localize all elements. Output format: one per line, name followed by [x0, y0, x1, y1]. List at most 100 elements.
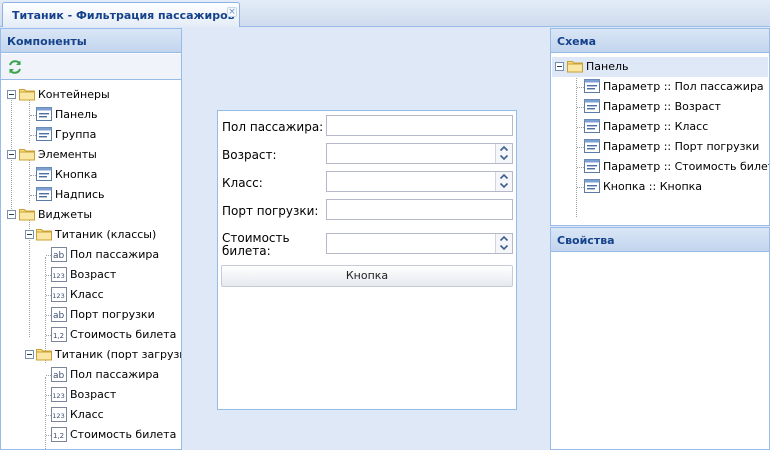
- tree-item-label: Пол пассажира: [70, 368, 160, 381]
- collapse-icon[interactable]: [25, 350, 34, 359]
- tree-item-label: Параметр :: Пол пассажира: [603, 80, 764, 93]
- schema-item-passenger-sex[interactable]: Параметр :: Пол пассажира: [551, 77, 769, 97]
- form-component-icon: [584, 79, 600, 93]
- collapse-icon[interactable]: [7, 90, 16, 99]
- passenger-sex-input[interactable]: [326, 115, 513, 136]
- close-icon[interactable]: ×: [227, 7, 237, 17]
- tree-line: [577, 167, 584, 168]
- tree-node-titanic-port[interactable]: Титаник (порт загрузки): [1, 345, 181, 365]
- tree-node-containers[interactable]: Контейнеры: [1, 85, 181, 105]
- tree-item-label: Стоимость билета: [70, 328, 177, 341]
- components-panel-title: Компоненты: [7, 35, 87, 48]
- tree-item-class[interactable]: Класс: [1, 285, 181, 305]
- tab-titanic-filter[interactable]: Титаник - Фильтрация пассажиров ×: [2, 2, 240, 27]
- collapse-icon[interactable]: [25, 230, 34, 239]
- tree-item-label: Группа: [55, 128, 97, 141]
- age-spinner[interactable]: [495, 144, 512, 163]
- tab-title: Титаник - Фильтрация пассажиров: [12, 9, 235, 22]
- folder-icon: [19, 207, 35, 221]
- tree-item-fare[interactable]: Стоимость билета: [1, 325, 181, 345]
- tree-item-label: Стоимость билета: [70, 428, 177, 441]
- tree-item-caption[interactable]: Надпись: [1, 185, 181, 205]
- schema-item-fare[interactable]: Параметр :: Стоимость билета: [551, 157, 769, 177]
- field-label-port: Порт погрузки:: [222, 204, 319, 218]
- collapse-icon[interactable]: [7, 150, 16, 159]
- tree-item-label: Параметр :: Класс: [603, 120, 709, 133]
- collapse-icon[interactable]: [7, 210, 16, 219]
- folder-icon: [567, 59, 583, 73]
- number-field-icon: [51, 407, 67, 422]
- form-button[interactable]: Кнопка: [221, 265, 513, 287]
- tree-line: [577, 107, 584, 108]
- fare-spinner[interactable]: [495, 234, 512, 253]
- form-component-icon: [36, 127, 52, 141]
- chevron-up-icon[interactable]: [498, 144, 510, 153]
- tree-item-label: Параметр :: Возраст: [603, 100, 721, 113]
- port-input[interactable]: [326, 199, 513, 220]
- tree-item-class[interactable]: Класс: [1, 405, 181, 425]
- chevron-down-icon[interactable]: [498, 181, 510, 190]
- folder-icon: [19, 147, 35, 161]
- class-number-field[interactable]: [326, 171, 513, 192]
- schema-tree: Панель Параметр :: Пол пассажира Парамет…: [551, 57, 769, 225]
- tree-item-label: Панель: [55, 108, 98, 121]
- refresh-icon[interactable]: [6, 58, 24, 76]
- schema-item-age[interactable]: Параметр :: Возраст: [551, 97, 769, 117]
- tree-node-widgets[interactable]: Виджеты: [1, 205, 181, 225]
- tree-item-age[interactable]: Возраст: [1, 265, 181, 285]
- form-component-icon: [584, 99, 600, 113]
- tree-item-group[interactable]: Группа: [1, 125, 181, 145]
- tree-node-elements[interactable]: Элементы: [1, 145, 181, 165]
- schema-item-button[interactable]: Кнопка :: Кнопка: [551, 177, 769, 197]
- chevron-down-icon[interactable]: [498, 153, 510, 162]
- tree-line: [577, 127, 584, 128]
- tree-item-label: Класс: [70, 288, 104, 301]
- tree-node-label: Титаник (порт загрузки): [55, 348, 181, 361]
- tree-item-age[interactable]: Возраст: [1, 385, 181, 405]
- tree-item-label: Надпись: [55, 188, 105, 201]
- tree-node-titanic-classes[interactable]: Титаник (классы): [1, 225, 181, 245]
- form-component-icon: [36, 107, 52, 121]
- tree-item-label: Параметр :: Стоимость билета: [603, 160, 770, 173]
- field-label-passenger-sex: Пол пассажира:: [222, 120, 324, 134]
- class-spinner[interactable]: [495, 172, 512, 191]
- schema-node-panel[interactable]: Панель: [552, 57, 768, 77]
- tree-item-passenger-sex[interactable]: Пол пассажира: [1, 365, 181, 385]
- tree-item-port[interactable]: Порт погрузки: [1, 305, 181, 325]
- schema-panel: Схема Панель Параметр :: Пол пассажира П…: [550, 28, 770, 226]
- fare-number-field[interactable]: [326, 233, 513, 254]
- tree-node-label: Виджеты: [38, 208, 93, 221]
- chevron-down-icon[interactable]: [498, 243, 510, 252]
- properties-panel-header: Свойства: [551, 228, 769, 252]
- age-number-field[interactable]: [326, 143, 513, 164]
- tree-item-button[interactable]: Кнопка: [1, 165, 181, 185]
- tree-item-passenger-sex[interactable]: Пол пассажира: [1, 245, 181, 265]
- form-preview-panel: Пол пассажира: Возраст: Класс: Порт погр…: [217, 110, 517, 410]
- schema-panel-header: Схема: [551, 29, 769, 53]
- schema-panel-title: Схема: [557, 35, 597, 48]
- chevron-up-icon[interactable]: [498, 234, 510, 243]
- number-field-icon: [51, 287, 67, 302]
- tree-item-fare[interactable]: Стоимость билета: [1, 425, 181, 445]
- field-label-fare: Стоимость билета:: [222, 231, 290, 258]
- properties-panel-title: Свойства: [557, 234, 615, 247]
- form-component-icon: [36, 187, 52, 201]
- chevron-up-icon[interactable]: [498, 172, 510, 181]
- tab-strip: Титаник - Фильтрация пассажиров ×: [0, 0, 770, 27]
- tree-node-label: Панель: [586, 60, 629, 73]
- decimal-field-icon: [51, 427, 67, 442]
- field-label-age: Возраст:: [222, 148, 277, 162]
- tree-item-panel[interactable]: Панель: [1, 105, 181, 125]
- form-component-icon: [584, 159, 600, 173]
- number-field-icon: [51, 267, 67, 282]
- tree-line: [577, 187, 584, 188]
- schema-item-class[interactable]: Параметр :: Класс: [551, 117, 769, 137]
- app-window: Титаник - Фильтрация пассажиров × Компон…: [0, 0, 770, 450]
- tree-item-label: Кнопка :: Кнопка: [603, 180, 703, 193]
- collapse-icon[interactable]: [555, 62, 564, 71]
- components-tree: Контейнеры Панель Группа Элементы Кнопка…: [1, 83, 181, 449]
- schema-item-port[interactable]: Параметр :: Порт погрузки: [551, 137, 769, 157]
- components-toolbar: [1, 54, 181, 80]
- form-component-icon: [36, 167, 52, 181]
- folder-icon: [36, 227, 52, 241]
